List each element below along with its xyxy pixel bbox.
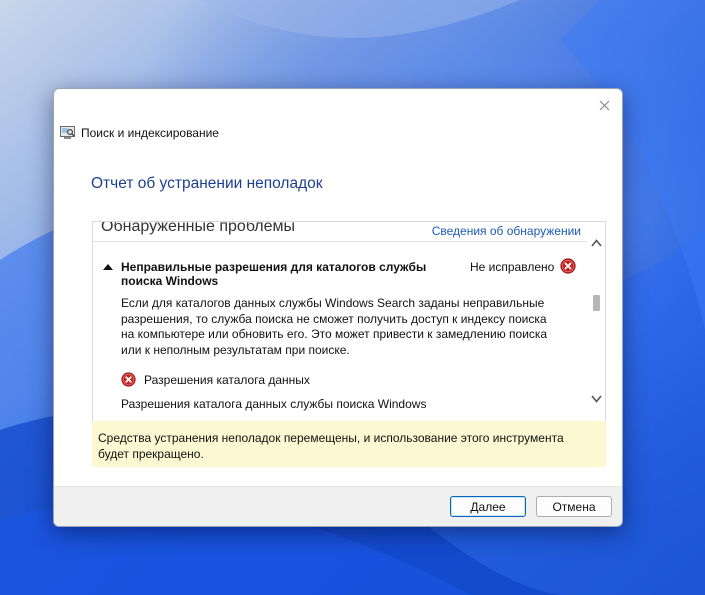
error-icon xyxy=(121,372,136,387)
vertical-scrollbar[interactable] xyxy=(588,222,605,422)
problem-title: Неправильные разрешения для каталогов сл… xyxy=(121,260,427,288)
collapse-arrow-icon[interactable] xyxy=(103,263,113,271)
chevron-down-icon[interactable] xyxy=(591,394,602,404)
section-title: Обнаруженные проблемы xyxy=(101,222,295,235)
problems-list: Обнаруженные проблемы Сведения об обнару… xyxy=(93,222,587,422)
search-indexing-icon xyxy=(60,126,75,139)
cause-label: Разрешения каталога данных xyxy=(144,373,310,387)
problem-status: Не исправлено xyxy=(470,260,555,274)
detection-details-link[interactable]: Сведения об обнаружении xyxy=(432,224,581,238)
window-title: Поиск и индексирование xyxy=(81,126,219,140)
cause-detail: Разрешения каталога данных службы поиска… xyxy=(121,397,427,411)
divider xyxy=(93,241,587,242)
dialog-footer: Далее Отмена xyxy=(54,486,622,526)
problem-description: Если для каталогов данных службы Windows… xyxy=(121,296,548,357)
close-icon xyxy=(599,100,609,110)
deprecation-notice: Средства устранения неполадок перемещены… xyxy=(92,421,606,467)
chevron-up-icon[interactable] xyxy=(591,238,602,248)
troubleshooter-dialog: Поиск и индексирование Отчет об устранен… xyxy=(53,88,623,527)
error-icon xyxy=(560,258,576,274)
scrollbar-thumb[interactable] xyxy=(593,295,600,311)
notice-text: Средства устранения неполадок перемещены… xyxy=(98,431,564,461)
page-title: Отчет об устранении неполадок xyxy=(91,175,323,192)
next-button[interactable]: Далее xyxy=(450,496,526,517)
close-button[interactable] xyxy=(592,95,616,115)
cancel-button[interactable]: Отмена xyxy=(536,496,612,517)
problems-panel: Обнаруженные проблемы Сведения об обнару… xyxy=(92,221,606,423)
